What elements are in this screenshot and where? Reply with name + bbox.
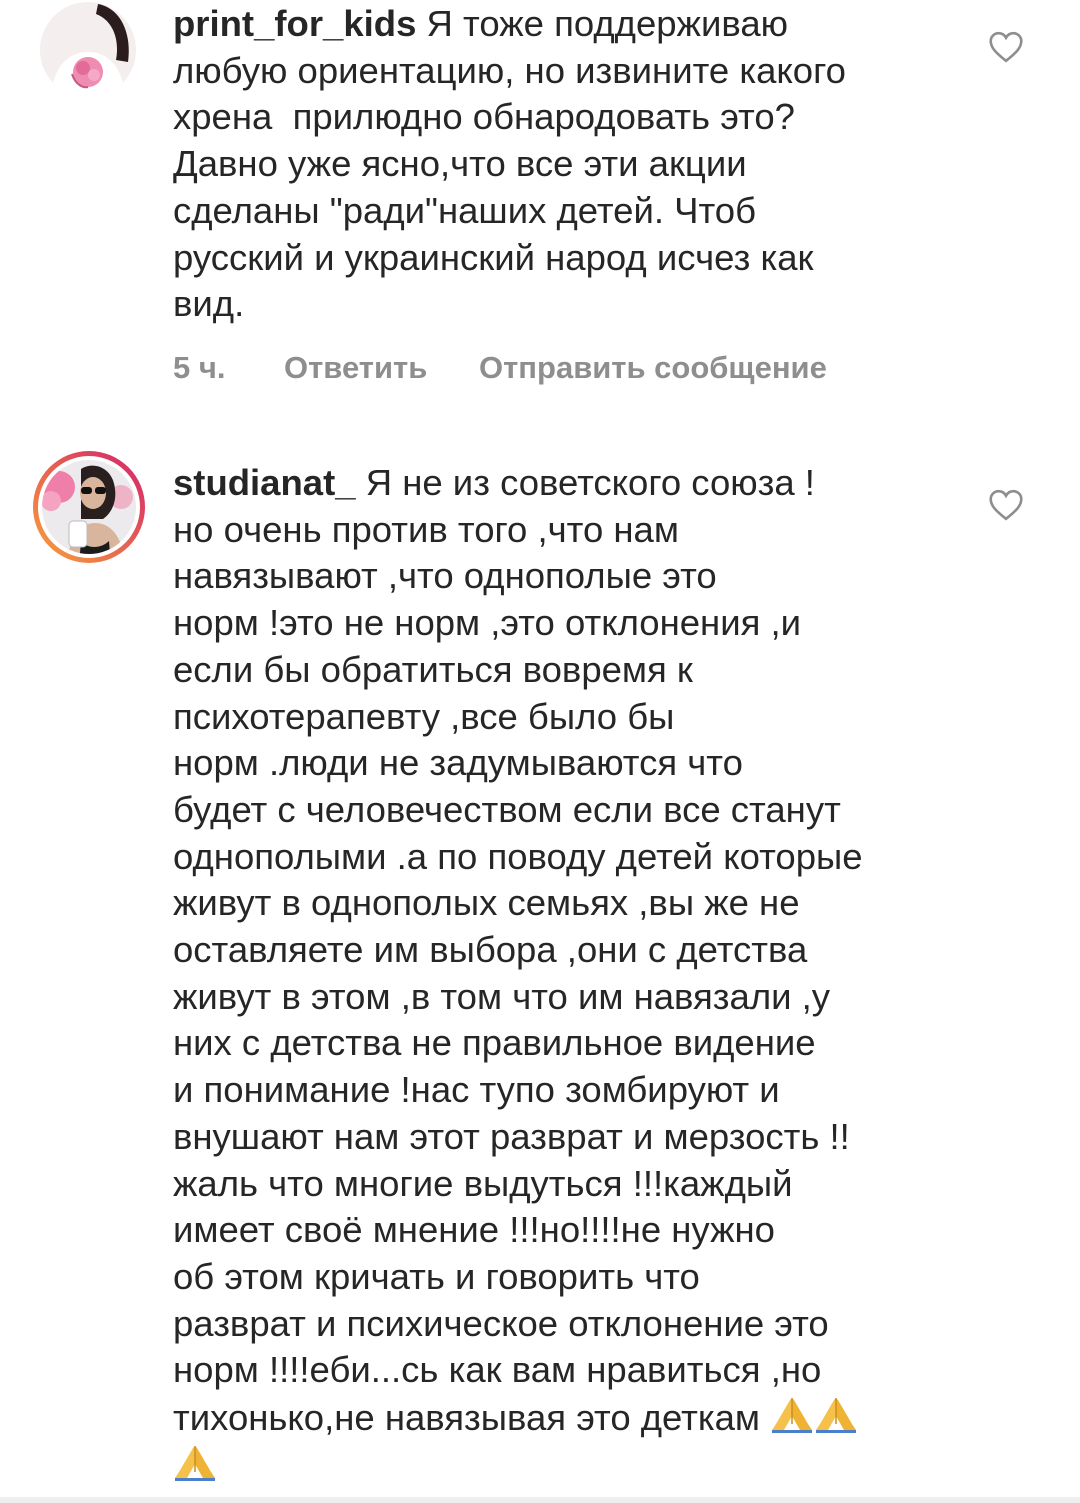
comment-line: сделаны "ради"наших детей. Чтоб <box>173 189 756 231</box>
comment-first-line: Я не из советского союза ! <box>365 462 815 503</box>
folded-hands-icon <box>816 1398 857 1434</box>
folded-hands-icon <box>175 1445 215 1481</box>
comment-line: них с детства не правильное видение <box>173 1022 816 1064</box>
comment-line: норм !!!!еби...сь как вам нравиться ,но <box>173 1349 822 1391</box>
comment-line: жаль что многие выдуться !!!каждый <box>173 1162 793 1204</box>
username-link[interactable]: studianat_ <box>173 462 356 503</box>
comment-line: вид. <box>173 283 245 325</box>
comment-line: об этом кричать и говорить что <box>173 1255 700 1297</box>
comment-line: будет с человечеством если все станут <box>173 788 841 830</box>
comment-line: оставляете им выбора ,они с детства <box>173 929 808 971</box>
comment-line: любую ориентацию, но извините какого <box>173 49 846 91</box>
comment-line: однополыми .а по поводу детей которые <box>173 835 863 877</box>
like-heart-icon[interactable] <box>988 31 1024 63</box>
comment-line: и понимание !нас тупо зомбируют и <box>173 1069 780 1111</box>
comment-line: норм !это не норм ,это отклонения ,и <box>173 602 802 644</box>
comment-line: но очень против того ,что нам <box>173 508 679 550</box>
comment-print-for-kids: print_for_kids Я тоже поддерживаю любую … <box>0 0 1080 420</box>
comment-line: навязывают ,что однополые это <box>173 555 717 597</box>
bottom-divider <box>0 1497 1080 1503</box>
comment-timestamp: 5 ч. <box>173 350 226 385</box>
comment-line: имеет своё мнение !!!но!!!!не нужно <box>173 1209 775 1251</box>
avatar-studianat[interactable] <box>31 449 147 565</box>
comment-line: хрена прилюдно обнародовать это? <box>173 96 795 138</box>
comment-line: живут в однополых семьях ,вы же не <box>173 882 800 924</box>
username-link[interactable]: print_for_kids <box>173 3 416 44</box>
comment-last-line: тихонько,не навязывая это деткам <box>173 1397 761 1439</box>
comment-line: внушают нам этот разврат и мерзость !! <box>173 1115 850 1157</box>
comment-line: живут в этом ,в том что им навязали ,у <box>173 975 831 1017</box>
comment-studianat: studianat_ Я не из советского союза ! но… <box>0 440 1080 1503</box>
reply-button[interactable]: Ответить <box>284 350 427 386</box>
comment-text: studianat_ Я не из советского союза ! но… <box>173 460 963 1489</box>
comment-line: русский и украинский народ исчез как <box>173 236 814 278</box>
comment-line: Давно уже ясно,что все эти акции <box>173 143 747 185</box>
comment-line: если бы обратиться вовремя к <box>173 648 693 690</box>
comment-first-line: Я тоже поддерживаю <box>426 3 789 44</box>
like-heart-icon[interactable] <box>988 489 1024 521</box>
folded-hands-icon <box>772 1398 813 1434</box>
comment-text: print_for_kids Я тоже поддерживаю любую … <box>173 1 963 328</box>
send-message-button[interactable]: Отправить сообщение <box>479 350 827 386</box>
comment-line: разврат и психическое отклонение это <box>173 1302 829 1344</box>
avatar-print-for-kids[interactable] <box>40 2 136 98</box>
comment-line: норм .люди не задумываются что <box>173 742 743 784</box>
comment-line: психотерапевту ,все было бы <box>173 695 675 737</box>
